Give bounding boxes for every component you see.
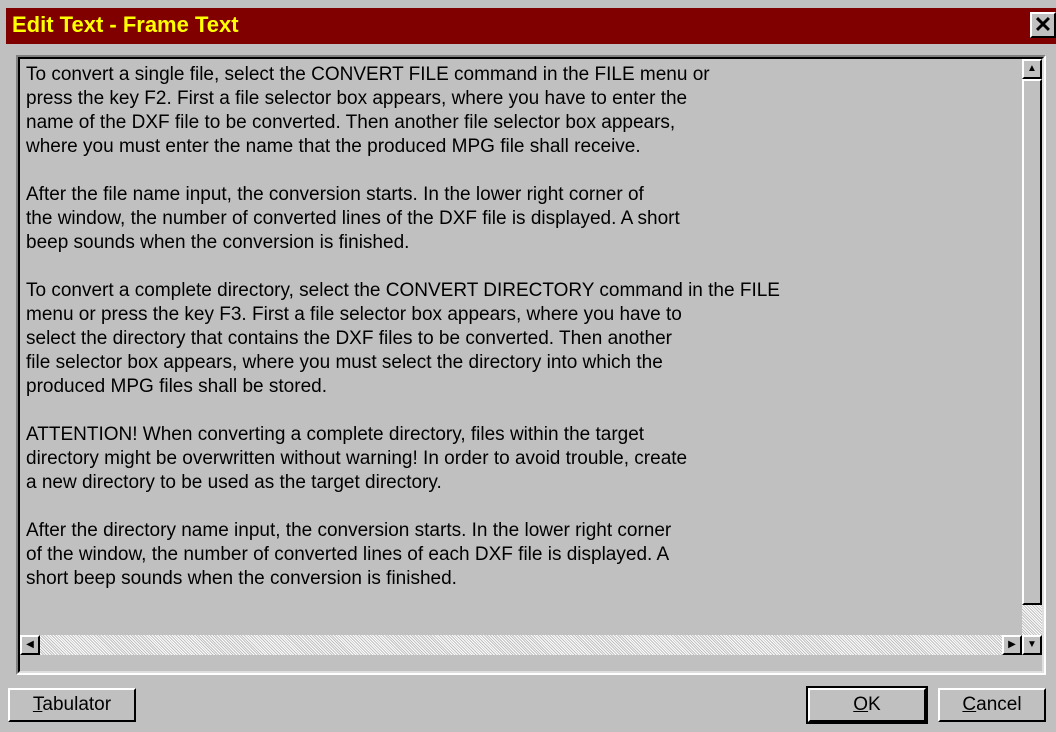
- scroll-left-button[interactable]: ◀: [20, 635, 40, 655]
- tabulator-button[interactable]: Tabulator: [8, 688, 136, 722]
- text-paragraph: ATTENTION! When converting a complete di…: [26, 423, 1016, 495]
- text-line: name of the DXF file to be converted. Th…: [26, 112, 676, 133]
- text-editor[interactable]: To convert a single file, select the CON…: [16, 55, 1046, 675]
- text-line: directory might be overwritten without w…: [26, 448, 688, 469]
- text-line: After the directory name input, the conv…: [26, 520, 672, 541]
- text-paragraph: To convert a complete directory, select …: [26, 279, 1016, 399]
- text-line: produced MPG files shall be stored.: [26, 376, 327, 397]
- text-line: menu or press the key F3. First a file s…: [26, 304, 682, 325]
- close-button[interactable]: ✕: [1030, 12, 1056, 38]
- text-line: where you must enter the name that the p…: [26, 136, 641, 157]
- text-line: file selector box appears, where you mus…: [26, 352, 663, 373]
- cancel-label: ancel: [976, 694, 1022, 715]
- text-line: the window, the number of converted line…: [26, 208, 680, 229]
- ok-label: K: [868, 694, 881, 715]
- scroll-up-button[interactable]: ▲: [1022, 59, 1042, 79]
- close-icon: ✕: [1033, 12, 1053, 37]
- text-line: To convert a complete directory, select …: [26, 280, 780, 301]
- arrow-left-icon: ◀: [26, 639, 34, 650]
- cancel-mnemonic: C: [962, 694, 977, 715]
- ok-button[interactable]: OK: [806, 686, 928, 724]
- text-line: select the directory that contains the D…: [26, 328, 673, 349]
- text-line: a new directory to be used as the target…: [26, 472, 442, 493]
- text-line: beep sounds when the conversion is finis…: [26, 232, 410, 253]
- text-line: To convert a single file, select the CON…: [26, 64, 710, 85]
- scroll-down-button[interactable]: ▼: [1022, 635, 1042, 655]
- edit-text-dialog: Edit Text - Frame Text ✕ To convert a si…: [0, 0, 1056, 732]
- title-bar[interactable]: Edit Text - Frame Text ✕: [6, 8, 1056, 44]
- cancel-button[interactable]: Cancel: [938, 688, 1046, 722]
- tabulator-label: abulator: [42, 694, 112, 715]
- arrow-down-icon: ▼: [1027, 639, 1037, 650]
- text-paragraph: To convert a single file, select the CON…: [26, 63, 1016, 159]
- text-line: After the file name input, the conversio…: [26, 184, 644, 205]
- text-line: ATTENTION! When converting a complete di…: [26, 424, 645, 445]
- ok-mnemonic: O: [853, 694, 869, 715]
- scroll-right-button[interactable]: ▶: [1002, 635, 1022, 655]
- text-content[interactable]: To convert a single file, select the CON…: [26, 63, 1016, 633]
- arrow-right-icon: ▶: [1008, 639, 1016, 650]
- dialog-title: Edit Text - Frame Text: [12, 12, 239, 37]
- text-line: press the key F2. First a file selector …: [26, 88, 688, 109]
- vertical-scroll-thumb[interactable]: [1022, 79, 1042, 605]
- text-paragraph: After the file name input, the conversio…: [26, 183, 1016, 255]
- vertical-scrollbar[interactable]: ▲ ▼: [1022, 59, 1042, 655]
- tabulator-mnemonic: T: [32, 694, 43, 715]
- text-line: of the window, the number of converted l…: [26, 544, 670, 565]
- text-paragraph: After the directory name input, the conv…: [26, 519, 1016, 591]
- horizontal-scrollbar[interactable]: ◀ ▶: [20, 635, 1022, 655]
- arrow-up-icon: ▲: [1027, 63, 1037, 74]
- text-line: short beep sounds when the conversion is…: [26, 568, 457, 589]
